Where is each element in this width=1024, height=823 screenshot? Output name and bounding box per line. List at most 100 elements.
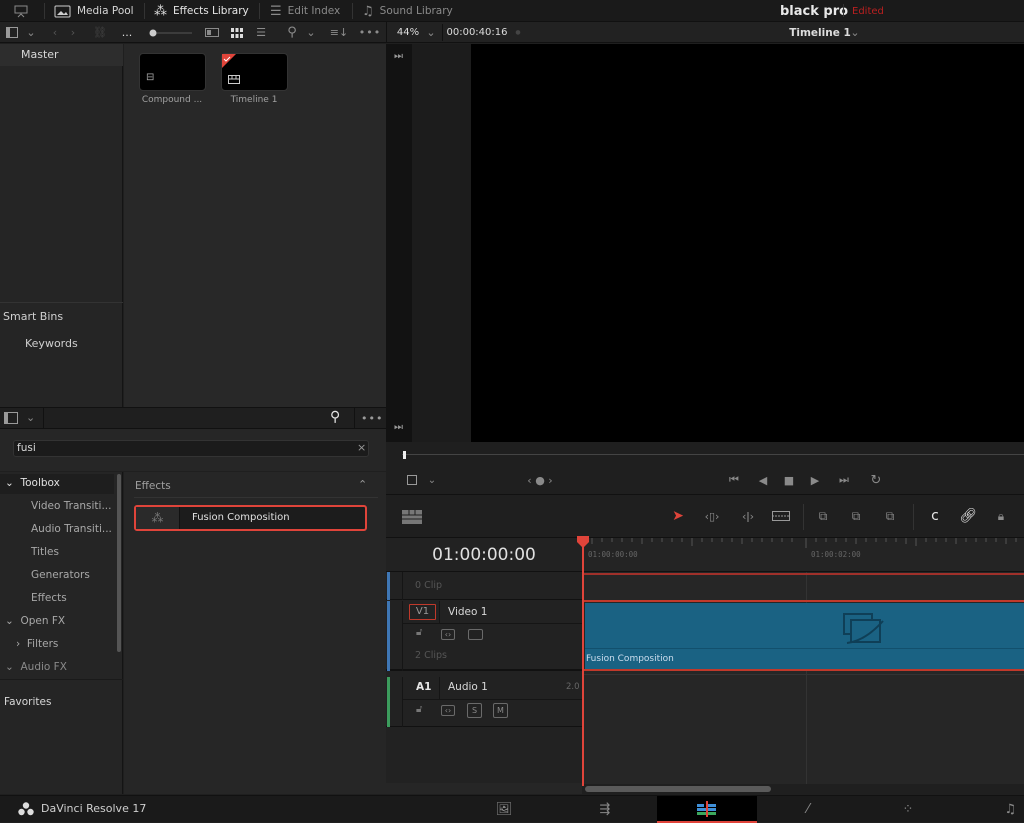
timeline-name[interactable]: Timeline 1 bbox=[785, 22, 855, 43]
timeline-clip-fusion-composition[interactable]: Fusion Composition bbox=[585, 603, 1024, 669]
lock-icon[interactable]: 🔓︎ bbox=[416, 627, 422, 638]
tree-item-video-transitions[interactable]: Video Transiti... bbox=[31, 500, 111, 512]
page-media-button[interactable]: 🖼︎ bbox=[454, 796, 554, 823]
page-cut-button[interactable]: ⇶ bbox=[555, 796, 655, 823]
timeline-thumb[interactable] bbox=[221, 53, 288, 91]
timeline-tracks[interactable]: 01:00:00:00 01:00:02:00 Fusion Compositi… bbox=[582, 538, 1024, 794]
skip-to-start-icon[interactable]: ⏮ bbox=[723, 472, 745, 488]
auto-select-icon[interactable]: ‹› bbox=[441, 629, 455, 640]
tree-item-effects[interactable]: Effects bbox=[31, 592, 67, 604]
trim-tool-icon[interactable]: ‹▯› bbox=[699, 507, 725, 525]
mute-button[interactable]: M bbox=[493, 703, 508, 718]
tree-item-filters[interactable]: › Filters bbox=[16, 638, 58, 650]
tab-edit-index[interactable]: ☰ Edit Index bbox=[270, 0, 340, 22]
viewer-scrubber[interactable] bbox=[386, 442, 1024, 465]
skip-to-end-icon[interactable]: ⏭ bbox=[833, 472, 855, 488]
tab-effects-library[interactable]: ⁂ Effects Library bbox=[154, 0, 249, 22]
unlink-icon[interactable]: ⛓ bbox=[92, 22, 108, 43]
timeline-view-options-icon[interactable] bbox=[400, 508, 424, 526]
tree-item-audio-fx[interactable]: ⌄ Audio FX bbox=[5, 661, 67, 673]
tree-item-open-fx[interactable]: ⌄ Open FX bbox=[5, 615, 65, 627]
clip-navigation[interactable]: ‹ ● › bbox=[520, 472, 560, 488]
list-view-icon[interactable]: ☰ bbox=[253, 22, 269, 43]
favorites-heading[interactable]: Favorites bbox=[4, 696, 51, 708]
status-dot: ● bbox=[515, 29, 521, 36]
media-pool-clips: ⊟ Compound ... Timeline 1 bbox=[124, 44, 386, 407]
track-name[interactable]: Video 1 bbox=[448, 606, 487, 618]
overwrite-clip-icon[interactable]: ⧉ bbox=[846, 507, 866, 525]
auto-select-icon[interactable]: ‹› bbox=[441, 705, 455, 716]
bin-keywords[interactable]: Keywords bbox=[25, 337, 78, 350]
tree-item-toolbox[interactable]: ⌄ Toolbox bbox=[5, 477, 60, 489]
clear-search-icon[interactable]: × bbox=[357, 441, 366, 454]
stop-icon[interactable]: ■ bbox=[781, 472, 797, 488]
more-options-icon[interactable]: ••• bbox=[359, 22, 380, 43]
search-icon[interactable]: ⚲ bbox=[284, 22, 300, 43]
position-lock-icon[interactable]: 🔒︎ bbox=[992, 507, 1010, 525]
page-fairlight-button[interactable]: ♫ bbox=[960, 796, 1024, 823]
collapse-icon[interactable]: ⌃ bbox=[358, 478, 367, 491]
insert-clip-icon[interactable]: ⧉ bbox=[811, 507, 835, 525]
snapping-icon[interactable]: ⅽ bbox=[926, 507, 944, 525]
jump-to-end-icon[interactable]: ⏭ bbox=[394, 51, 403, 62]
chevron-down-icon[interactable]: ⌄ bbox=[424, 22, 438, 43]
checkmark-flag-icon bbox=[222, 54, 236, 68]
linked-selection-icon[interactable]: 🔗︎ bbox=[959, 507, 977, 525]
page-color-button[interactable]: ⁘ bbox=[858, 796, 958, 823]
panel-toggle-button[interactable] bbox=[14, 0, 28, 22]
page-edit-button[interactable] bbox=[657, 796, 757, 823]
forward-arrow-icon[interactable]: › bbox=[66, 22, 80, 43]
smart-bins-heading: Smart Bins bbox=[3, 310, 64, 323]
chevron-down-icon[interactable]: ⌄ bbox=[24, 22, 38, 43]
blade-tool-icon[interactable] bbox=[770, 507, 792, 525]
play-reverse-icon[interactable]: ◀ bbox=[755, 472, 771, 488]
effect-item-fusion-composition[interactable]: ⁂ Fusion Composition bbox=[134, 505, 367, 531]
track-name[interactable]: Audio 1 bbox=[448, 681, 488, 693]
track-id-v1[interactable]: V1 bbox=[409, 604, 436, 620]
timeline-viewer[interactable] bbox=[471, 44, 1024, 442]
sidebar-toggle-icon[interactable] bbox=[4, 22, 20, 43]
chevron-down-icon[interactable]: ⌄ bbox=[304, 22, 318, 43]
replace-clip-icon[interactable]: ⧉ bbox=[878, 507, 902, 525]
playhead-handle-icon[interactable] bbox=[577, 536, 589, 548]
scrubber-handle[interactable] bbox=[403, 451, 406, 459]
loop-icon[interactable]: ↻ bbox=[865, 472, 887, 488]
tab-sound-library[interactable]: ♫ Sound Library bbox=[362, 0, 453, 22]
music-icon: ♫ bbox=[362, 3, 374, 19]
page-fusion-button[interactable]: ⁄ bbox=[758, 796, 858, 823]
sidebar-toggle-icon[interactable] bbox=[4, 412, 18, 427]
lock-icon[interactable]: 🔓︎ bbox=[416, 704, 422, 715]
grid-view-icon[interactable] bbox=[229, 22, 245, 43]
thumbnail-size-slider[interactable] bbox=[148, 22, 194, 43]
dynamic-trim-icon[interactable]: ‹ǀ› bbox=[735, 507, 761, 525]
search-icon[interactable]: ⚲ bbox=[330, 409, 340, 425]
jump-to-end-icon[interactable]: ⏭ bbox=[394, 422, 403, 433]
tree-item-generators[interactable]: Generators bbox=[31, 569, 90, 581]
compound-clip-thumb[interactable]: ⊟ bbox=[139, 53, 206, 91]
transform-icon[interactable] bbox=[404, 472, 420, 488]
chevron-down-icon[interactable]: ⌄ bbox=[26, 411, 35, 424]
sort-icon[interactable]: ≡↓ bbox=[330, 22, 348, 43]
back-arrow-icon[interactable]: ‹ bbox=[48, 22, 62, 43]
tree-item-audio-transitions[interactable]: Audio Transiti... bbox=[31, 523, 112, 535]
tab-media-pool[interactable]: Media Pool bbox=[54, 0, 134, 22]
chevron-down-icon[interactable]: ⌄ bbox=[849, 22, 861, 43]
edit-page-icon bbox=[697, 800, 716, 817]
metadata-view-icon[interactable] bbox=[204, 22, 220, 43]
selection-tool-icon[interactable]: ➤ bbox=[670, 507, 686, 525]
path-ellipsis[interactable]: ... bbox=[120, 22, 134, 43]
effects-search-input[interactable]: fusi bbox=[13, 440, 369, 457]
timeline-horizontal-scrollbar[interactable] bbox=[585, 786, 771, 792]
tree-item-titles[interactable]: Titles bbox=[31, 546, 59, 558]
timeline-ruler[interactable]: 01:00:00:00 01:00:02:00 bbox=[582, 538, 1024, 572]
zoom-level[interactable]: 44% bbox=[394, 22, 422, 43]
more-options-icon[interactable]: ••• bbox=[361, 412, 383, 425]
track-id-a1[interactable]: A1 bbox=[416, 681, 431, 693]
playhead[interactable] bbox=[582, 538, 584, 786]
video-enable-icon[interactable] bbox=[468, 629, 483, 640]
tree-scrollbar[interactable] bbox=[117, 474, 121, 652]
solo-button[interactable]: S bbox=[467, 703, 482, 718]
chevron-down-icon[interactable]: ⌄ bbox=[426, 472, 438, 488]
play-icon[interactable]: ▶ bbox=[807, 472, 823, 488]
bin-master[interactable]: Master bbox=[0, 44, 123, 66]
